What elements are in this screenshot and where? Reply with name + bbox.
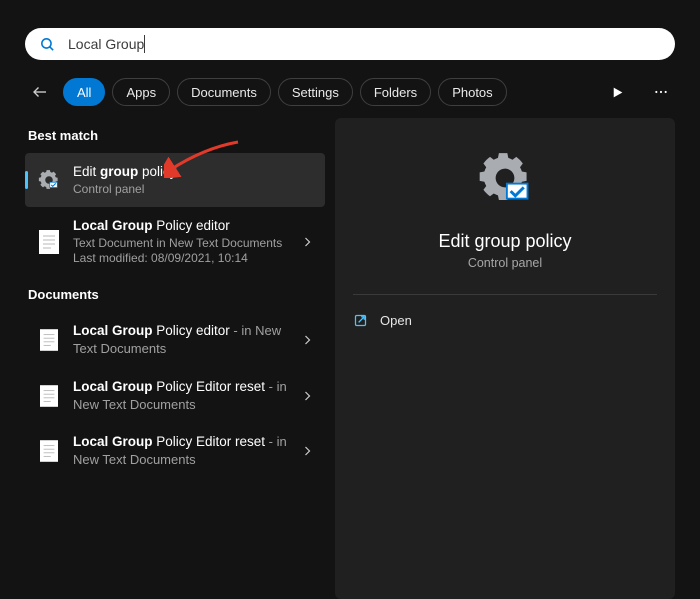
result-title: Local Group Policy Editor reset - in New… xyxy=(73,433,297,469)
result-edit-group-policy[interactable]: Edit group policy Control panel xyxy=(25,153,325,207)
chevron-right-icon xyxy=(301,236,313,248)
document-icon xyxy=(35,329,63,351)
filter-label: Apps xyxy=(126,85,156,100)
filter-label: Folders xyxy=(374,85,417,100)
expand-button[interactable] xyxy=(297,334,317,346)
filter-folders[interactable]: Folders xyxy=(360,78,431,106)
chevron-right-icon xyxy=(301,445,313,457)
result-local-group-policy-editor[interactable]: Local Group Policy editor Text Document … xyxy=(25,207,325,277)
expand-button[interactable] xyxy=(297,236,317,248)
result-title: Edit group policy xyxy=(73,163,317,181)
filter-settings[interactable]: Settings xyxy=(278,78,353,106)
result-subtitle: Control panel xyxy=(73,182,317,198)
filter-documents[interactable]: Documents xyxy=(177,78,271,106)
result-title: Local Group Policy Editor reset - in New… xyxy=(73,378,297,414)
detail-panel: Edit group policy Control panel Open xyxy=(335,118,675,599)
section-documents: Documents xyxy=(25,277,325,312)
filter-apps[interactable]: Apps xyxy=(112,78,170,106)
open-icon xyxy=(353,313,368,328)
arrow-left-icon xyxy=(31,83,49,101)
open-label: Open xyxy=(380,313,412,328)
document-icon xyxy=(35,230,63,254)
search-input[interactable]: Local Group xyxy=(68,35,145,53)
result-subtitle: Text Document in New Text Documents xyxy=(73,236,297,252)
result-doc-2[interactable]: Local Group Policy Editor reset - in New… xyxy=(25,423,325,479)
result-body: Edit group policy Control panel xyxy=(73,163,317,197)
back-button[interactable] xyxy=(25,77,55,107)
filter-label: Photos xyxy=(452,85,492,100)
results-column: Best match Edit group policy Control pan… xyxy=(25,118,335,599)
expand-button[interactable] xyxy=(297,445,317,457)
divider xyxy=(353,294,657,295)
quick-play-button[interactable] xyxy=(603,78,631,106)
chevron-right-icon xyxy=(301,390,313,402)
result-body: Local Group Policy Editor reset - in New… xyxy=(73,433,297,469)
document-icon xyxy=(35,440,63,462)
more-button[interactable] xyxy=(647,78,675,106)
result-body: Local Group Policy Editor reset - in New… xyxy=(73,378,297,414)
search-icon xyxy=(39,36,56,53)
filter-photos[interactable]: Photos xyxy=(438,78,506,106)
document-icon xyxy=(35,385,63,407)
open-action[interactable]: Open xyxy=(353,309,657,332)
section-best-match: Best match xyxy=(25,118,325,153)
chevron-right-icon xyxy=(301,334,313,346)
ellipsis-icon xyxy=(653,84,669,100)
filter-all[interactable]: All xyxy=(63,78,105,106)
gear-icon xyxy=(35,168,63,192)
result-doc-1[interactable]: Local Group Policy Editor reset - in New… xyxy=(25,368,325,424)
result-title: Local Group Policy editor - in New Text … xyxy=(73,322,297,358)
detail-title: Edit group policy xyxy=(438,231,571,252)
gear-icon xyxy=(475,148,535,213)
search-bar[interactable]: Local Group xyxy=(25,28,675,60)
play-icon xyxy=(611,86,624,99)
expand-button[interactable] xyxy=(297,390,317,402)
result-body: Local Group Policy editor - in New Text … xyxy=(73,322,297,358)
result-title: Local Group Policy editor xyxy=(73,217,297,235)
filter-label: Documents xyxy=(191,85,257,100)
content: Best match Edit group policy Control pan… xyxy=(25,118,675,599)
result-subtitle-2: Last modified: 08/09/2021, 10:14 xyxy=(73,251,297,267)
filter-label: All xyxy=(77,85,91,100)
result-body: Local Group Policy editor Text Document … xyxy=(73,217,297,267)
result-doc-0[interactable]: Local Group Policy editor - in New Text … xyxy=(25,312,325,368)
filter-row: All Apps Documents Settings Folders Phot… xyxy=(25,72,675,112)
filter-label: Settings xyxy=(292,85,339,100)
detail-subtitle: Control panel xyxy=(468,256,542,270)
selection-indicator xyxy=(25,171,28,189)
